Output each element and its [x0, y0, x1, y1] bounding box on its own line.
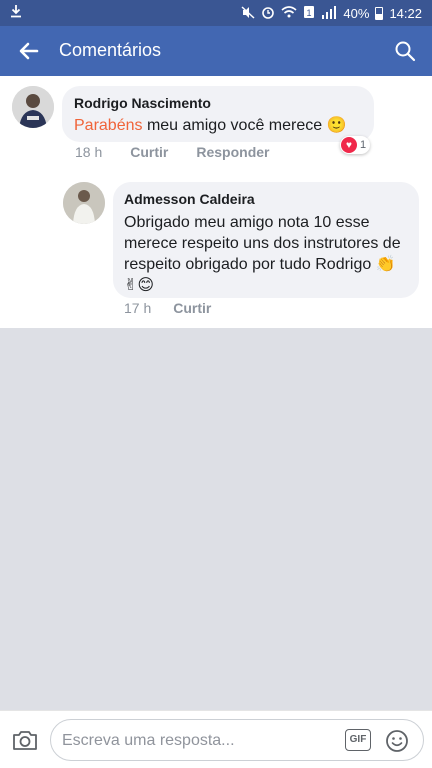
- like-button[interactable]: Curtir: [173, 300, 211, 316]
- avatar[interactable]: [63, 182, 105, 224]
- mute-icon: [241, 5, 255, 22]
- comment-bubble[interactable]: Rodrigo Nascimento Parabéns meu amigo vo…: [62, 86, 374, 142]
- app-header: Comentários: [0, 26, 432, 76]
- smile-emoji: 🙂: [326, 117, 347, 134]
- reply-button[interactable]: Responder: [196, 144, 269, 160]
- mention-link[interactable]: Parabéns: [74, 117, 143, 134]
- search-icon[interactable]: [394, 40, 416, 62]
- comment-body: meu amigo você merece: [142, 117, 323, 134]
- reply-composer: Escreva uma resposta... GIF: [0, 710, 432, 768]
- comment-actions: 17 h Curtir: [124, 300, 239, 316]
- heart-icon: ♥: [341, 137, 357, 153]
- reaction-badge[interactable]: ♥ 1: [340, 136, 371, 154]
- reply-input[interactable]: Escreva uma resposta... GIF: [50, 719, 424, 761]
- like-button[interactable]: Curtir: [130, 144, 168, 160]
- signal-icon: [321, 5, 337, 22]
- reply-placeholder: Escreva uma resposta...: [62, 732, 235, 749]
- status-bar: 1 40% 14:22: [0, 0, 432, 26]
- gif-button[interactable]: GIF: [345, 729, 371, 751]
- comment-actions: 18 h Curtir Responder: [75, 144, 298, 160]
- reaction-count: 1: [360, 139, 367, 151]
- camera-icon[interactable]: [12, 729, 38, 751]
- svg-text:1: 1: [307, 8, 312, 18]
- comment-time: 17 h: [124, 300, 152, 316]
- battery-percent: 40%: [343, 6, 370, 21]
- avatar[interactable]: [12, 86, 54, 128]
- alarm-icon: [261, 5, 275, 22]
- page-title: Comentários: [59, 40, 162, 60]
- comment-bubble[interactable]: Admesson Caldeira Obrigado meu amigo not…: [113, 182, 419, 298]
- sim-icon: 1: [303, 5, 315, 22]
- comment-text: Parabéns meu amigo você merece 🙂: [74, 115, 347, 136]
- comment-author[interactable]: Admesson Caldeira: [124, 191, 255, 207]
- battery-icon: [375, 7, 384, 20]
- emoji-icon[interactable]: [385, 729, 409, 753]
- wifi-icon: [281, 6, 297, 21]
- comment-time: 18 h: [75, 144, 103, 160]
- back-arrow-icon[interactable]: [16, 38, 42, 64]
- comments-panel: Rodrigo Nascimento Parabéns meu amigo vo…: [0, 76, 432, 328]
- clock: 14:22: [389, 6, 422, 21]
- comment-author[interactable]: Rodrigo Nascimento: [74, 95, 211, 111]
- download-icon: [10, 4, 22, 21]
- comment-text: Obrigado meu amigo nota 10 esse merece r…: [124, 214, 401, 294]
